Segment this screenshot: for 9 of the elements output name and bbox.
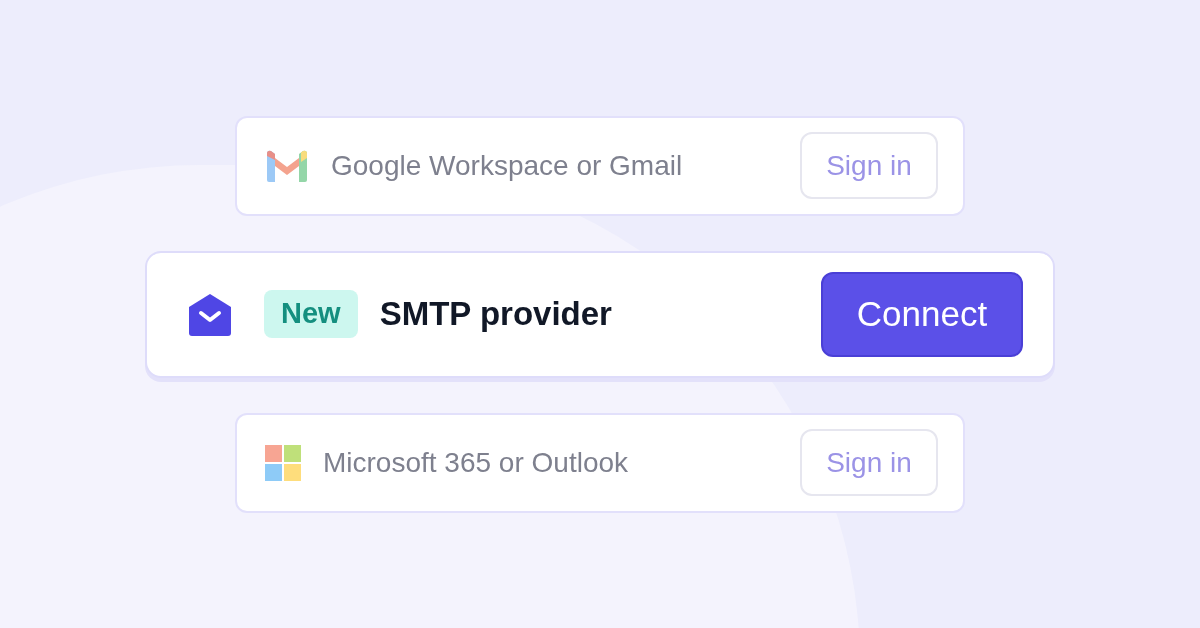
- sign-in-button[interactable]: Sign in: [800, 132, 938, 199]
- new-badge: New: [264, 290, 358, 338]
- provider-name: Microsoft 365 or Outlook: [323, 445, 629, 480]
- provider-name: SMTP provider: [379, 294, 612, 335]
- sign-in-button[interactable]: Sign in: [800, 429, 938, 496]
- envelope-icon: [187, 291, 233, 337]
- connect-button[interactable]: Connect: [821, 271, 1023, 357]
- four-squares-logo-icon: [265, 444, 301, 481]
- provider-name: Google Workspace or Gmail: [331, 148, 683, 183]
